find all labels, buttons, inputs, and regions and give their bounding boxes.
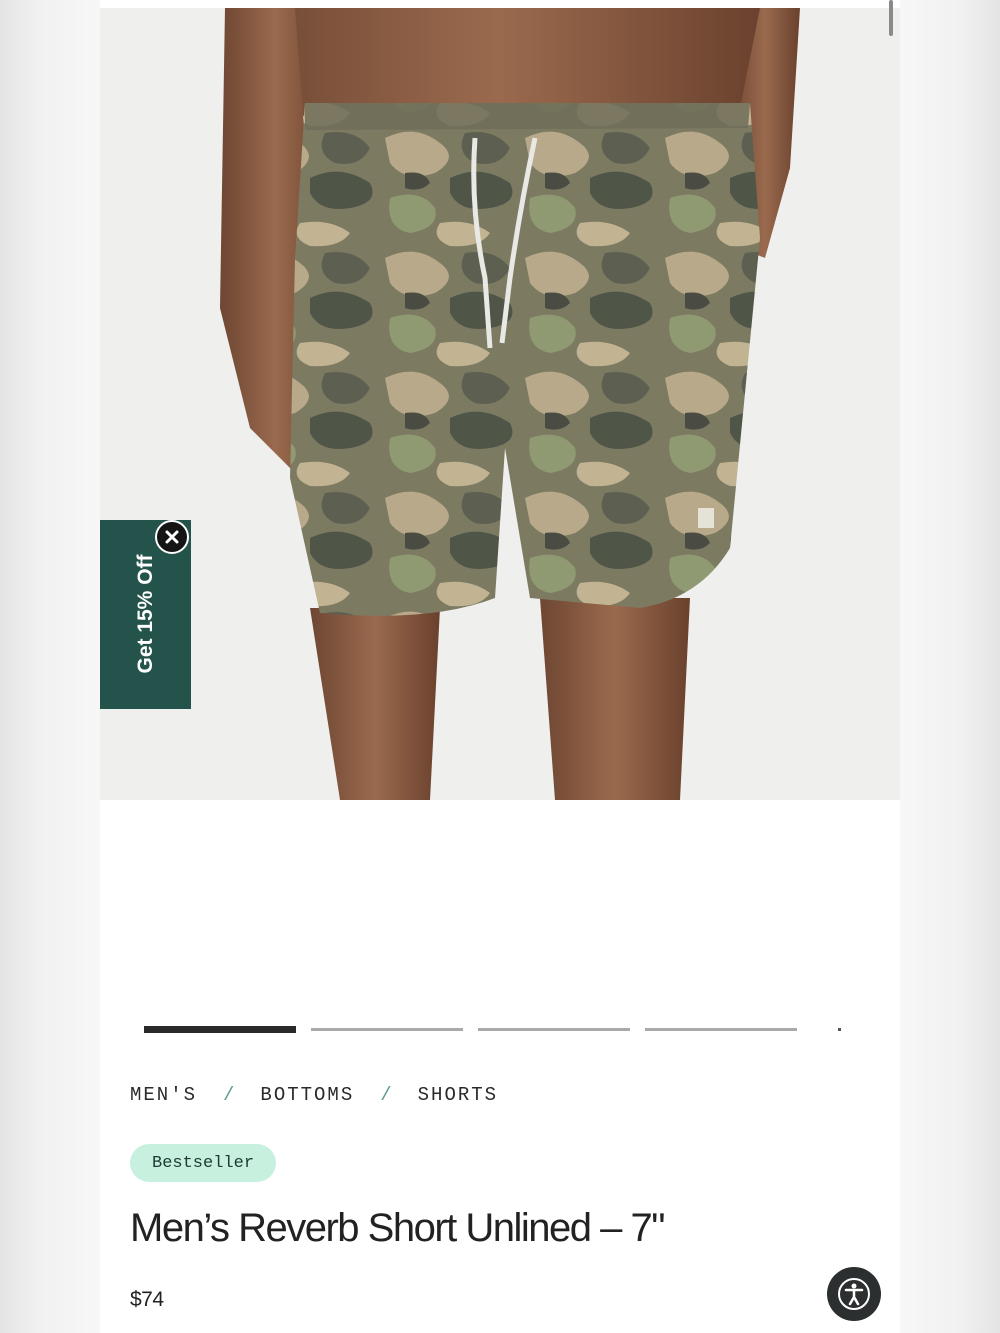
pager-indicator-2[interactable]	[311, 1028, 463, 1031]
breadcrumb-bottoms[interactable]: BOTTOMS	[260, 1084, 354, 1106]
product-page: Get 15% Off MEN'S / BOTTOMS / SHORTS Bes…	[100, 0, 900, 1333]
product-photo	[100, 8, 900, 800]
accessibility-icon[interactable]	[827, 1267, 881, 1321]
breadcrumb: MEN'S / BOTTOMS / SHORTS	[130, 1084, 498, 1106]
product-image[interactable]	[100, 8, 900, 800]
breadcrumb-separator: /	[223, 1084, 235, 1106]
image-pager	[144, 1026, 844, 1036]
close-icon[interactable]	[155, 520, 189, 554]
pager-indicator-1[interactable]	[144, 1026, 296, 1033]
product-title: Men’s Reverb Short Unlined – 7"	[130, 1206, 665, 1250]
pager-indicator-3[interactable]	[478, 1028, 630, 1031]
close-icon-glyph	[165, 530, 179, 544]
bestseller-badge: Bestseller	[130, 1144, 277, 1182]
discount-promo-label: Get 15% Off	[134, 554, 157, 674]
breadcrumb-shorts[interactable]: SHORTS	[418, 1084, 498, 1106]
breadcrumb-separator: /	[380, 1084, 392, 1106]
pager-more-indicator	[838, 1028, 841, 1031]
product-price: $74	[130, 1288, 164, 1311]
pager-indicator-4[interactable]	[645, 1028, 797, 1031]
accessibility-icon-glyph	[838, 1278, 870, 1310]
breadcrumb-mens[interactable]: MEN'S	[130, 1084, 197, 1106]
scrollbar-thumb[interactable]	[889, 0, 893, 36]
